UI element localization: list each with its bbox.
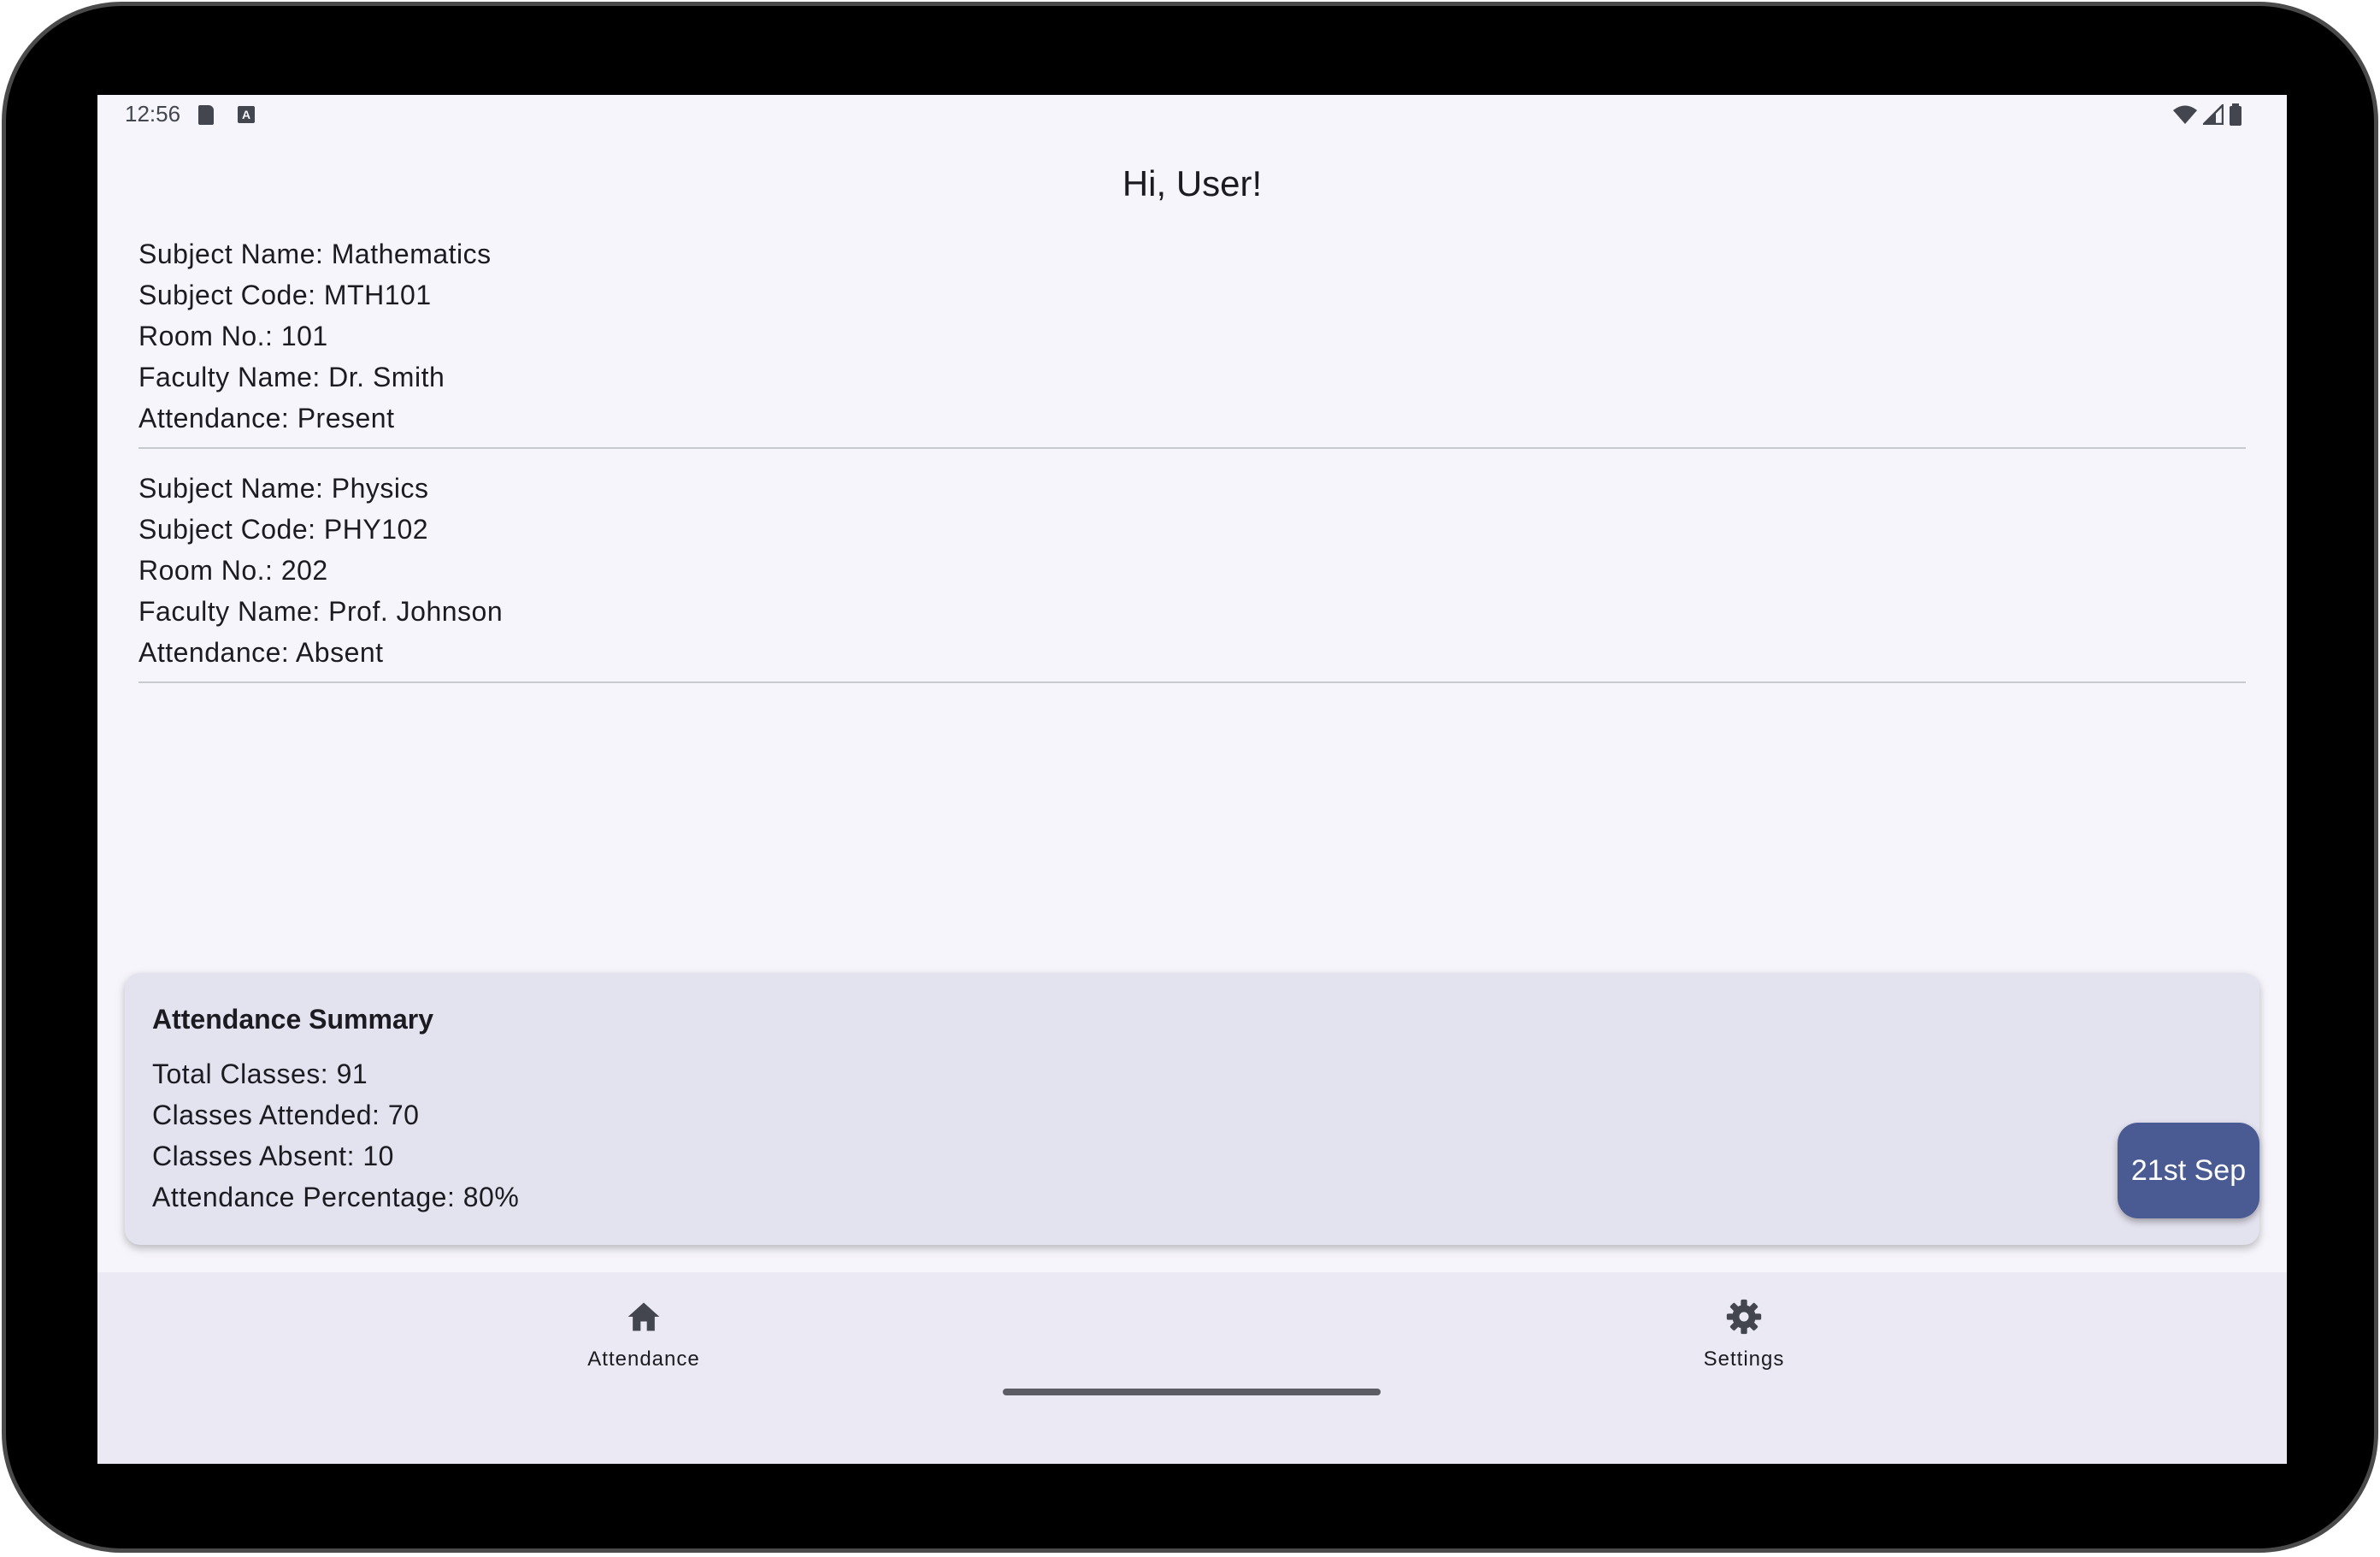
battery-icon	[2230, 103, 2242, 126]
summary-details: Total Classes: 91 Classes Attended: 70 C…	[152, 1053, 519, 1218]
app-screen: 12:56 A Hi, User! Subject Name: Mathemat…	[97, 95, 2287, 1464]
device-frame: 12:56 A Hi, User! Subject Name: Mathemat…	[0, 0, 2380, 1557]
home-indicator[interactable]	[1003, 1389, 1381, 1395]
attendance-status: Attendance: Present	[138, 403, 395, 433]
home-icon	[627, 1302, 660, 1331]
nav-item-attendance[interactable]: Attendance	[533, 1298, 755, 1392]
list-item[interactable]: Subject Name: Physics Subject Code: PHY1…	[138, 449, 2246, 683]
room-number: Room No.: 202	[138, 555, 328, 586]
nav-item-settings[interactable]: Settings	[1633, 1298, 1855, 1392]
faculty-name: Faculty Name: Prof. Johnson	[138, 596, 504, 627]
room-number: Room No.: 101	[138, 321, 328, 351]
nav-item-label: Attendance	[587, 1348, 700, 1371]
date-button[interactable]: 21st Sep	[2118, 1123, 2259, 1218]
classes-absent: Classes Absent: 10	[152, 1141, 394, 1171]
subject-name: Subject Name: Physics	[138, 473, 429, 504]
total-classes: Total Classes: 91	[152, 1059, 368, 1089]
signal-icon	[2203, 104, 2224, 125]
faculty-name: Faculty Name: Dr. Smith	[138, 362, 445, 392]
subject-code: Subject Code: PHY102	[138, 514, 429, 545]
attendance-percentage: Attendance Percentage: 80%	[152, 1182, 520, 1212]
subject-code: Subject Code: MTH101	[138, 280, 432, 310]
a-notification-icon: A	[238, 106, 255, 123]
status-time: 12:56	[125, 101, 181, 127]
subject-name: Subject Name: Mathematics	[138, 239, 492, 269]
status-bar: 12:56 A	[97, 95, 2287, 138]
page-title: Hi, User!	[1122, 163, 1263, 203]
list-item[interactable]: Subject Name: Mathematics Subject Code: …	[138, 233, 2246, 449]
sd-card-icon	[198, 105, 214, 125]
bottom-navigation: Attendance Settings	[97, 1272, 2287, 1464]
classes-attended: Classes Attended: 70	[152, 1100, 420, 1130]
attendance-status: Attendance: Absent	[138, 637, 384, 668]
summary-title: Attendance Summary	[152, 1004, 433, 1035]
subject-list: Subject Name: Mathematics Subject Code: …	[138, 233, 2246, 683]
gear-icon	[1726, 1299, 1762, 1335]
nav-item-label: Settings	[1703, 1348, 1785, 1371]
attendance-summary-card: Attendance Summary Total Classes: 91 Cla…	[125, 973, 2259, 1245]
wifi-icon	[2173, 105, 2197, 124]
status-icons	[2172, 103, 2242, 126]
